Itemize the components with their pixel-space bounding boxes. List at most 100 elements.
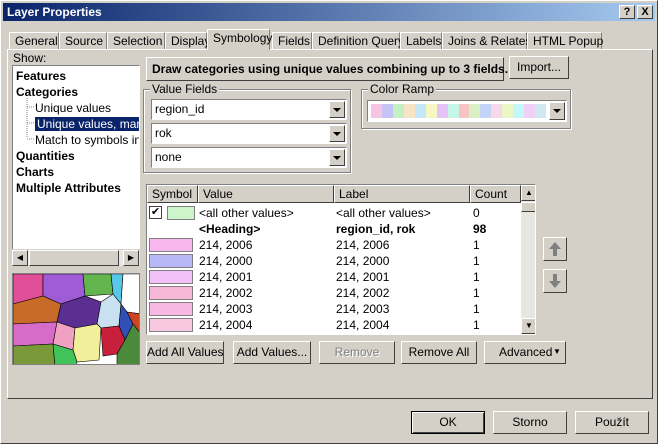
add-values-button[interactable]: Add Values... [233,341,311,364]
advanced-button[interactable]: Advanced ▼ [484,341,566,364]
tree-connector-lines [26,98,35,140]
color-ramp-swatch [414,104,426,118]
column-header-label[interactable]: Label [334,185,470,203]
tab-html-popup[interactable]: HTML Popup [527,32,603,50]
move-up-button[interactable] [543,237,567,261]
tab-display[interactable]: Display [165,32,210,50]
tree-item-features[interactable]: Features [16,69,66,83]
tree-item-unique-values[interactable]: Unique values [35,101,111,115]
row-count: 1 [473,254,480,268]
row-label: 214, 2002 [336,286,390,300]
renderer-preview-image [12,273,140,365]
import-button[interactable]: Import... [509,56,569,79]
dropdown-arrow-icon: ▼ [553,347,561,356]
table-row[interactable]: 214, 2002 214, 2002 1 [147,285,521,301]
table-row-heading[interactable]: <Heading> region_id, rok 98 [147,221,521,237]
apply-button[interactable]: Použít [575,411,649,434]
row-value: <all other values> [199,206,294,220]
ok-button[interactable]: OK [411,411,485,434]
column-header-symbol[interactable]: Symbol [147,185,198,203]
tree-item-unique-values-many[interactable]: Unique values, many [35,117,139,131]
column-header-value[interactable]: Value [198,185,334,203]
symbol-swatch[interactable] [167,206,195,220]
symbol-swatch[interactable] [149,318,193,332]
table-row-all-other[interactable]: ✔ <all other values> <all other values> … [147,205,521,221]
table-vertical-scrollbar[interactable]: ▲ ▼ [521,185,535,334]
row-count: 1 [473,270,480,284]
tree-horizontal-scrollbar[interactable]: ◀ ▶ [12,249,140,266]
symbol-swatch[interactable] [149,286,193,300]
window-title: Layer Properties [7,5,102,19]
chevron-down-icon[interactable] [329,101,345,118]
table-row[interactable]: 214, 2004 214, 2004 1 [147,317,521,333]
row-count: 98 [473,222,487,236]
column-header-count[interactable]: Count [470,185,521,203]
tab-selection[interactable]: Selection [107,32,165,50]
symbol-swatch[interactable] [149,254,193,268]
symbol-swatch[interactable] [149,302,193,316]
table-row[interactable]: 214, 2001 214, 2001 1 [147,269,521,285]
tab-joins-relates[interactable]: Joins & Relates [442,32,531,50]
chevron-down-icon[interactable] [549,102,565,120]
close-button[interactable]: X [637,5,653,19]
remove-button[interactable]: Remove [319,341,395,364]
color-ramp-swatch [480,104,492,118]
table-header: Symbol Value Label Count [147,185,521,203]
row-label: 214, 2000 [336,254,390,268]
row-count: 1 [473,286,480,300]
table-row[interactable]: 214, 2000 214, 2000 1 [147,253,521,269]
renderer-description: Draw categories using unique values comb… [146,57,508,81]
tab-source[interactable]: Source [59,32,107,50]
tree-item-categories[interactable]: Categories [16,85,78,99]
cancel-button[interactable]: Storno [493,411,567,434]
layer-properties-dialog: Layer Properties ? X General Source Sele… [0,0,658,444]
color-ramp-label: Color Ramp [368,82,437,96]
color-ramp-swatch [403,104,415,118]
add-all-values-button[interactable]: Add All Values [146,341,224,364]
tree-item-match-to-symbols[interactable]: Match to symbols in a [35,133,139,147]
row-count: 1 [473,302,480,316]
scroll-right-icon[interactable]: ▶ [123,250,139,266]
value-field-3-select[interactable]: none [151,147,347,168]
tab-symbology[interactable]: Symbology [207,29,272,50]
tab-labels[interactable]: Labels [400,32,442,50]
chevron-down-icon[interactable] [329,149,345,166]
color-ramp-swatch [436,104,448,118]
symbol-swatch[interactable] [149,238,193,252]
row-value: 214, 2000 [199,254,253,268]
tab-general[interactable]: General [9,32,59,50]
row-count: 1 [473,318,480,332]
scroll-thumb[interactable] [29,250,119,266]
color-ramp-swatch [535,104,546,118]
tab-definition-query[interactable]: Definition Query [312,32,404,50]
row-value: 214, 2003 [199,302,253,316]
color-ramp-swatch [513,104,525,118]
row-count: 0 [473,206,480,220]
scroll-up-icon[interactable]: ▲ [521,185,535,201]
scroll-left-icon[interactable]: ◀ [12,250,28,266]
title-bar[interactable]: Layer Properties ? X [3,3,655,21]
table-row[interactable]: 214, 2003 214, 2003 1 [147,301,521,317]
table-row[interactable]: 214, 2006 214, 2006 1 [147,237,521,253]
value-field-1-select[interactable]: region_id [151,99,347,120]
color-ramp-select[interactable] [367,100,567,122]
color-ramp-swatch [469,104,481,118]
unique-values-table[interactable]: Symbol Value Label Count ✔ <all other va… [146,184,536,335]
remove-all-button[interactable]: Remove All [401,341,477,364]
move-down-button[interactable] [543,269,567,293]
tab-fields[interactable]: Fields [272,32,312,50]
help-button[interactable]: ? [619,5,635,19]
scroll-down-icon[interactable]: ▼ [521,318,535,334]
symbol-swatch[interactable] [149,270,193,284]
tree-item-multiple-attributes[interactable]: Multiple Attributes [16,181,121,195]
renderer-tree[interactable]: Features Categories Unique values Unique… [12,65,140,265]
value-field-2-select[interactable]: rok [151,123,347,144]
value-field-3-value: none [155,150,182,164]
advanced-label: Advanced [499,345,553,359]
tree-item-quantities[interactable]: Quantities [16,149,75,163]
row-label: 214, 2001 [336,270,390,284]
scroll-thumb[interactable] [521,202,535,212]
tree-item-charts[interactable]: Charts [16,165,54,179]
checkbox-checked-icon[interactable]: ✔ [149,206,162,219]
chevron-down-icon[interactable] [329,125,345,142]
